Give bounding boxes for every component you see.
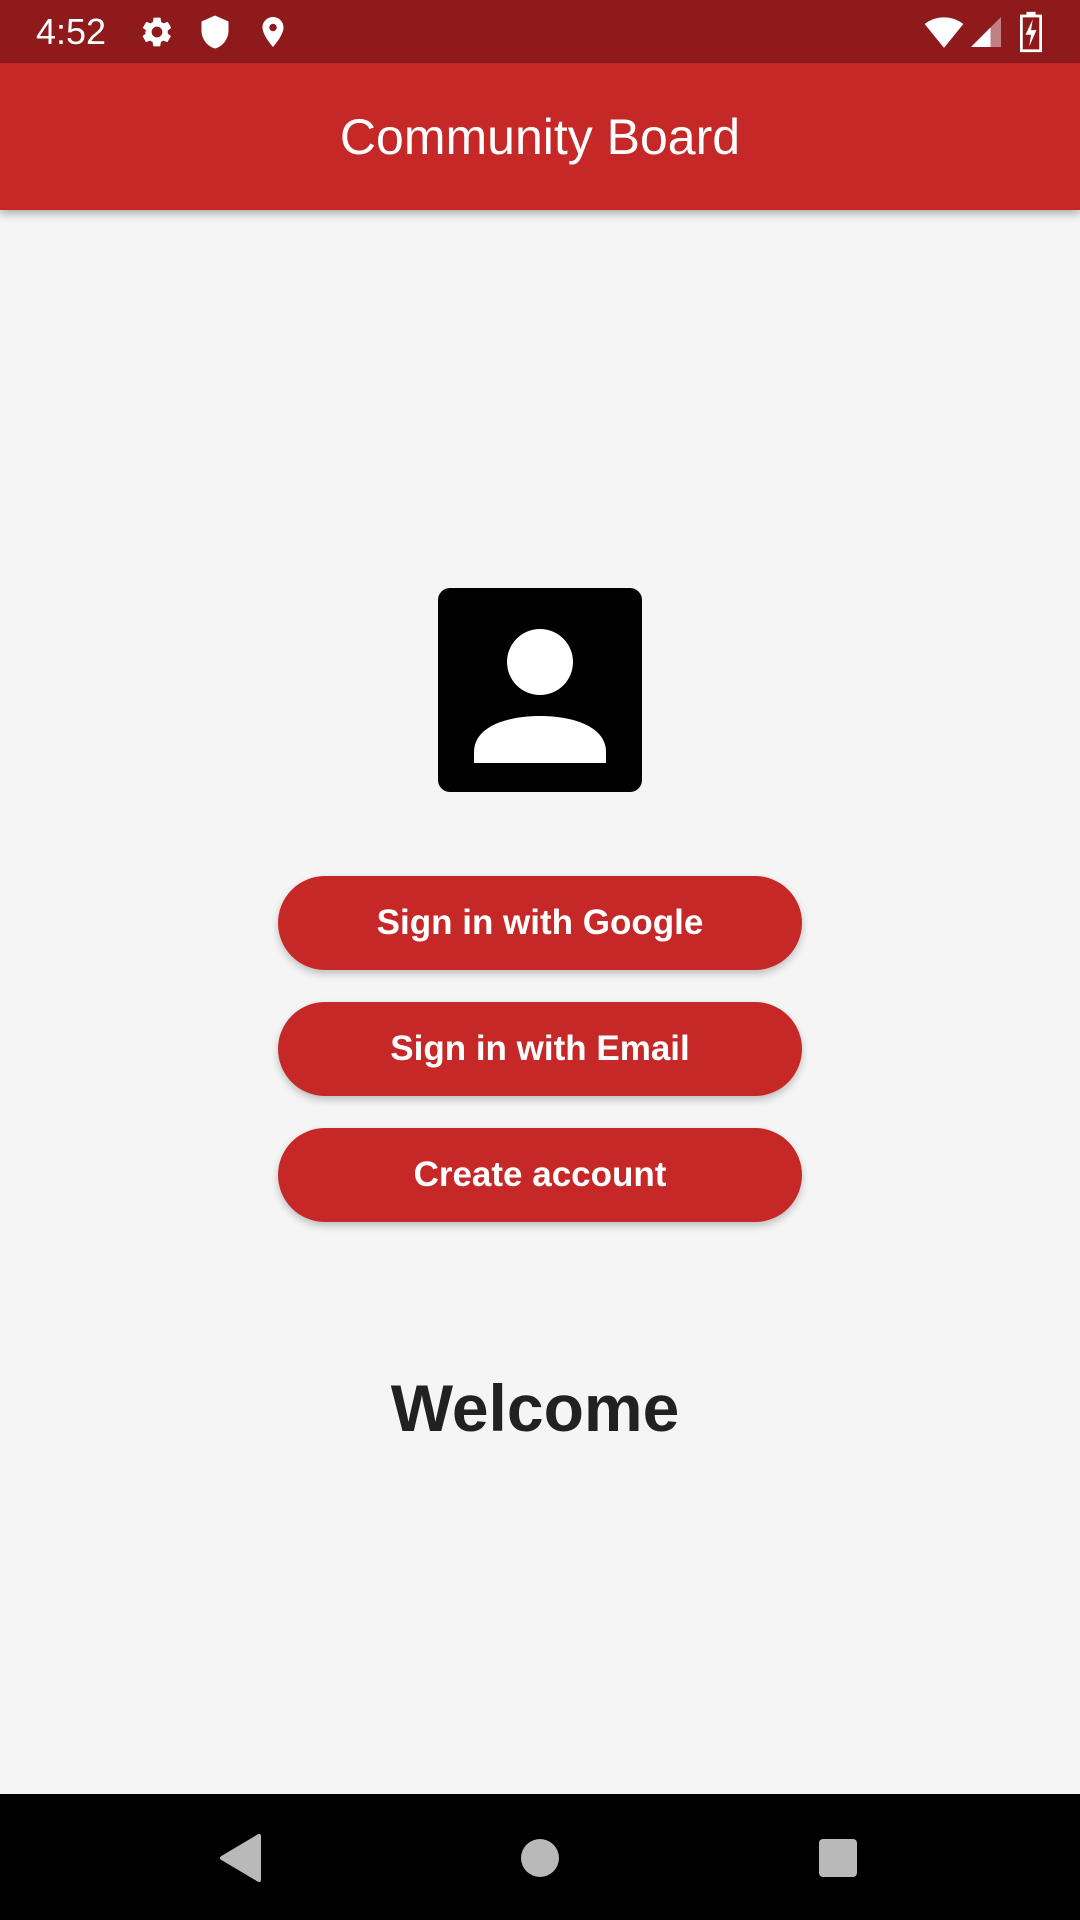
account-box-icon <box>438 588 642 792</box>
sign-in-email-button[interactable]: Sign in with Email <box>278 1002 802 1096</box>
create-account-button[interactable]: Create account <box>278 1128 802 1222</box>
home-icon[interactable] <box>512 1830 568 1886</box>
sign-in-google-button[interactable]: Sign in with Google <box>278 876 802 970</box>
shield-icon <box>201 15 229 49</box>
back-icon[interactable] <box>212 1830 268 1886</box>
recents-icon[interactable] <box>810 1830 866 1886</box>
signal-icon <box>971 17 1001 47</box>
app-title: Community Board <box>339 109 741 165</box>
battery-charging-icon <box>1020 11 1042 53</box>
nav-bar <box>0 1794 1080 1920</box>
app-bar: Community Board <box>0 63 1080 210</box>
screen: 4:52 Community Board Sign in with Google… <box>0 0 1080 1920</box>
wifi-icon <box>924 17 964 48</box>
status-time: 4:52 <box>36 11 107 52</box>
welcome-heading: Welcome <box>390 1371 680 1445</box>
status-bar: 4:52 <box>0 0 1080 63</box>
location-icon <box>262 17 284 47</box>
settings-icon <box>142 17 172 47</box>
